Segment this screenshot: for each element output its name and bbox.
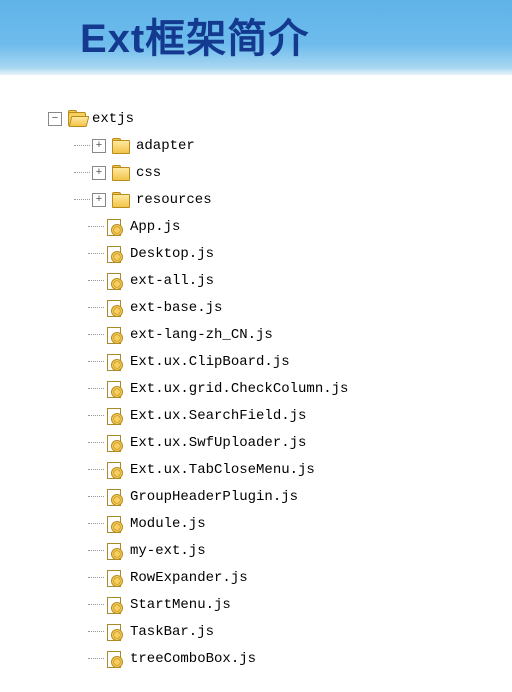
folder-closed-icon <box>112 165 130 181</box>
tree-node-label: Desktop.js <box>130 247 214 261</box>
tree-guide <box>88 415 104 416</box>
tree-node-label: TaskBar.js <box>130 625 214 639</box>
tree-node-label: extjs <box>92 112 134 126</box>
js-file-icon <box>106 435 124 451</box>
tree-node-label: css <box>136 166 161 180</box>
tree-guide <box>88 631 104 632</box>
tree-guide <box>88 253 104 254</box>
js-file-icon <box>106 408 124 424</box>
tree-node[interactable]: Ext.ux.SwfUploader.js <box>48 429 512 456</box>
tree-node-label: Module.js <box>130 517 206 531</box>
tree-node[interactable]: my-ext.js <box>48 537 512 564</box>
tree-guide <box>88 280 104 281</box>
tree-node-label: RowExpander.js <box>130 571 248 585</box>
tree-guide <box>88 523 104 524</box>
tree-node-label: ext-all.js <box>130 274 214 288</box>
expand-icon[interactable]: + <box>92 139 106 153</box>
tree-node[interactable]: Ext.ux.SearchField.js <box>48 402 512 429</box>
tree-node[interactable]: Module.js <box>48 510 512 537</box>
file-tree: − extjs + adapter + css + resources App.js Desk… <box>0 75 512 672</box>
folder-closed-icon <box>112 138 130 154</box>
tree-node[interactable]: Ext.ux.grid.CheckColumn.js <box>48 375 512 402</box>
tree-node[interactable]: + resources <box>48 186 512 213</box>
title-banner: Ext框架简介 <box>0 0 512 75</box>
collapse-icon[interactable]: − <box>48 112 62 126</box>
js-file-icon <box>106 570 124 586</box>
tree-node[interactable]: Ext.ux.TabCloseMenu.js <box>48 456 512 483</box>
js-file-icon <box>106 489 124 505</box>
tree-guide <box>88 361 104 362</box>
tree-node-label: StartMenu.js <box>130 598 231 612</box>
tree-node-label: Ext.ux.TabCloseMenu.js <box>130 463 315 477</box>
js-file-icon <box>106 516 124 532</box>
tree-node-label: ext-lang-zh_CN.js <box>130 328 273 342</box>
tree-node[interactable]: ext-lang-zh_CN.js <box>48 321 512 348</box>
js-file-icon <box>106 462 124 478</box>
js-file-icon <box>106 543 124 559</box>
js-file-icon <box>106 327 124 343</box>
tree-guide <box>74 145 90 146</box>
tree-node[interactable]: ext-base.js <box>48 294 512 321</box>
tree-node[interactable]: + css <box>48 159 512 186</box>
tree-node[interactable]: Desktop.js <box>48 240 512 267</box>
tree-guide <box>88 307 104 308</box>
tree-node-label: my-ext.js <box>130 544 206 558</box>
tree-guide <box>88 442 104 443</box>
tree-node-label: App.js <box>130 220 180 234</box>
tree-node[interactable]: GroupHeaderPlugin.js <box>48 483 512 510</box>
folder-open-icon <box>68 111 86 127</box>
tree-guide <box>88 604 104 605</box>
tree-guide <box>88 226 104 227</box>
js-file-icon <box>106 597 124 613</box>
tree-node[interactable]: + adapter <box>48 132 512 159</box>
js-file-icon <box>106 624 124 640</box>
tree-node[interactable]: TaskBar.js <box>48 618 512 645</box>
tree-node[interactable]: RowExpander.js <box>48 564 512 591</box>
tree-guide <box>74 172 90 173</box>
tree-node[interactable]: Ext.ux.ClipBoard.js <box>48 348 512 375</box>
js-file-icon <box>106 381 124 397</box>
js-file-icon <box>106 651 124 667</box>
js-file-icon <box>106 219 124 235</box>
tree-guide <box>74 199 90 200</box>
tree-guide <box>88 658 104 659</box>
folder-closed-icon <box>112 192 130 208</box>
tree-guide <box>88 388 104 389</box>
tree-node-label: Ext.ux.ClipBoard.js <box>130 355 290 369</box>
tree-guide <box>88 496 104 497</box>
tree-node-label: resources <box>136 193 212 207</box>
tree-node[interactable]: App.js <box>48 213 512 240</box>
tree-node-label: GroupHeaderPlugin.js <box>130 490 298 504</box>
tree-node-label: ext-base.js <box>130 301 222 315</box>
tree-guide <box>88 550 104 551</box>
js-file-icon <box>106 354 124 370</box>
js-file-icon <box>106 273 124 289</box>
tree-node-label: Ext.ux.grid.CheckColumn.js <box>130 382 348 396</box>
tree-guide <box>88 577 104 578</box>
tree-node-label: adapter <box>136 139 195 153</box>
tree-guide <box>88 334 104 335</box>
tree-node-label: Ext.ux.SearchField.js <box>130 409 306 423</box>
expand-icon[interactable]: + <box>92 193 106 207</box>
tree-node-label: Ext.ux.SwfUploader.js <box>130 436 306 450</box>
tree-node[interactable]: StartMenu.js <box>48 591 512 618</box>
tree-node-root[interactable]: − extjs <box>48 105 512 132</box>
js-file-icon <box>106 246 124 262</box>
tree-node[interactable]: ext-all.js <box>48 267 512 294</box>
tree-node-label: treeComboBox.js <box>130 652 256 666</box>
expand-icon[interactable]: + <box>92 166 106 180</box>
page-title: Ext框架简介 <box>80 6 309 64</box>
tree-node[interactable]: treeComboBox.js <box>48 645 512 672</box>
tree-guide <box>88 469 104 470</box>
js-file-icon <box>106 300 124 316</box>
